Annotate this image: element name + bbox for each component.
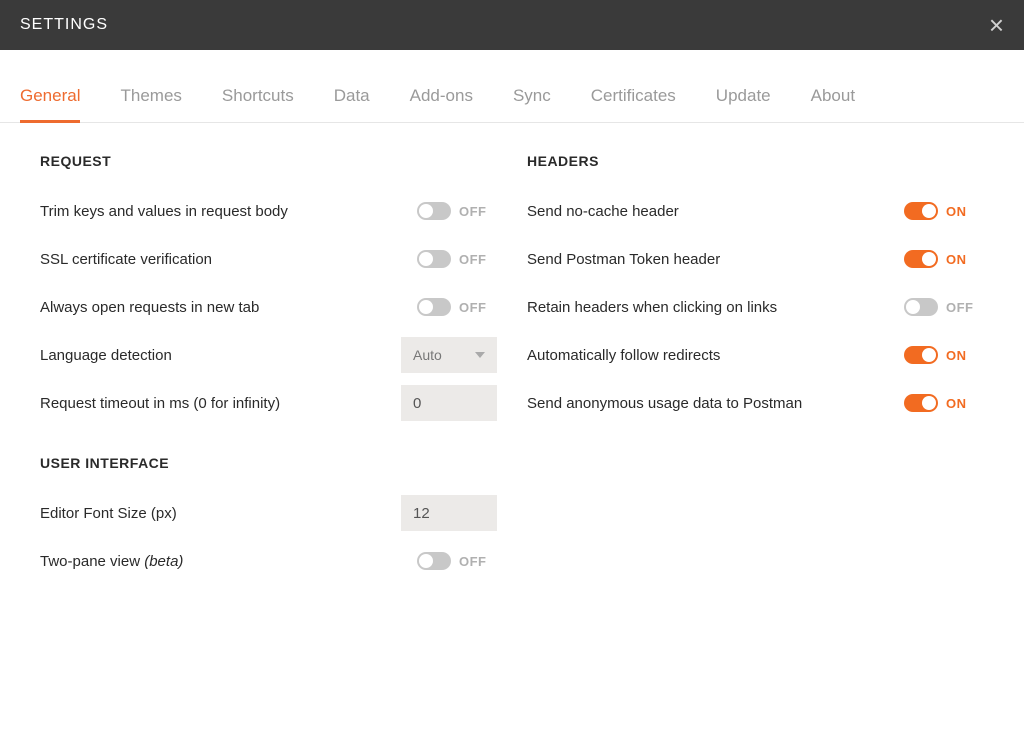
tab-about[interactable]: About [811, 76, 855, 123]
toggle-trim[interactable] [417, 202, 451, 220]
label-token: Send Postman Token header [527, 251, 904, 268]
row-language: Language detection Auto [40, 331, 497, 379]
row-fontsize: Editor Font Size (px) [40, 489, 497, 537]
toggle-redirects-state: ON [946, 348, 967, 363]
tab-data[interactable]: Data [334, 76, 370, 123]
tab-certificates[interactable]: Certificates [591, 76, 676, 123]
label-fontsize: Editor Font Size (px) [40, 505, 401, 522]
toggle-nocache-state: ON [946, 204, 967, 219]
row-redirects: Automatically follow redirects ON [527, 331, 984, 379]
tab-shortcuts[interactable]: Shortcuts [222, 76, 294, 123]
label-twopane-beta: (beta) [144, 553, 183, 570]
toggle-retain[interactable] [904, 298, 938, 316]
label-ssl: SSL certificate verification [40, 251, 417, 268]
row-twopane: Two-pane view (beta) OFF [40, 537, 497, 585]
row-retain: Retain headers when clicking on links OF… [527, 283, 984, 331]
chevron-down-icon [475, 352, 485, 358]
right-column: HEADERS Send no-cache header ON Send Pos… [527, 153, 984, 585]
label-retain: Retain headers when clicking on links [527, 299, 904, 316]
toggle-ssl[interactable] [417, 250, 451, 268]
tab-update[interactable]: Update [716, 76, 771, 123]
toggle-trim-state: OFF [459, 204, 487, 219]
settings-tabs: General Themes Shortcuts Data Add-ons Sy… [0, 76, 1024, 123]
row-token: Send Postman Token header ON [527, 235, 984, 283]
left-column: REQUEST Trim keys and values in request … [40, 153, 497, 585]
close-icon[interactable]: × [989, 12, 1004, 38]
toggle-newtab-state: OFF [459, 300, 487, 315]
toggle-token[interactable] [904, 250, 938, 268]
tab-general[interactable]: General [20, 76, 80, 123]
row-nocache: Send no-cache header ON [527, 187, 984, 235]
toggle-usage[interactable] [904, 394, 938, 412]
toggle-twopane[interactable] [417, 552, 451, 570]
window-title: SETTINGS [20, 16, 108, 34]
toggle-nocache[interactable] [904, 202, 938, 220]
section-request-title: REQUEST [40, 153, 497, 169]
input-timeout[interactable] [401, 385, 497, 421]
input-fontsize[interactable] [401, 495, 497, 531]
label-usage: Send anonymous usage data to Postman [527, 395, 904, 412]
row-timeout: Request timeout in ms (0 for infinity) [40, 379, 497, 427]
toggle-ssl-state: OFF [459, 252, 487, 267]
row-usage: Send anonymous usage data to Postman ON [527, 379, 984, 427]
tab-addons[interactable]: Add-ons [410, 76, 473, 123]
label-timeout: Request timeout in ms (0 for infinity) [40, 395, 401, 412]
section-headers-title: HEADERS [527, 153, 984, 169]
label-trim: Trim keys and values in request body [40, 203, 417, 220]
settings-content: REQUEST Trim keys and values in request … [0, 123, 1024, 585]
tab-sync[interactable]: Sync [513, 76, 551, 123]
row-trim: Trim keys and values in request body OFF [40, 187, 497, 235]
label-newtab: Always open requests in new tab [40, 299, 417, 316]
label-language: Language detection [40, 347, 401, 364]
toggle-retain-state: OFF [946, 300, 974, 315]
label-twopane-text: Two-pane view [40, 553, 144, 570]
toggle-twopane-state: OFF [459, 554, 487, 569]
toggle-newtab[interactable] [417, 298, 451, 316]
section-ui-title: USER INTERFACE [40, 455, 497, 471]
select-language-value: Auto [413, 347, 442, 363]
label-redirects: Automatically follow redirects [527, 347, 904, 364]
toggle-token-state: ON [946, 252, 967, 267]
row-newtab: Always open requests in new tab OFF [40, 283, 497, 331]
tab-themes[interactable]: Themes [120, 76, 181, 123]
titlebar: SETTINGS × [0, 0, 1024, 50]
row-ssl: SSL certificate verification OFF [40, 235, 497, 283]
label-twopane: Two-pane view (beta) [40, 553, 417, 570]
select-language[interactable]: Auto [401, 337, 497, 373]
label-nocache: Send no-cache header [527, 203, 904, 220]
toggle-usage-state: ON [946, 396, 967, 411]
toggle-redirects[interactable] [904, 346, 938, 364]
